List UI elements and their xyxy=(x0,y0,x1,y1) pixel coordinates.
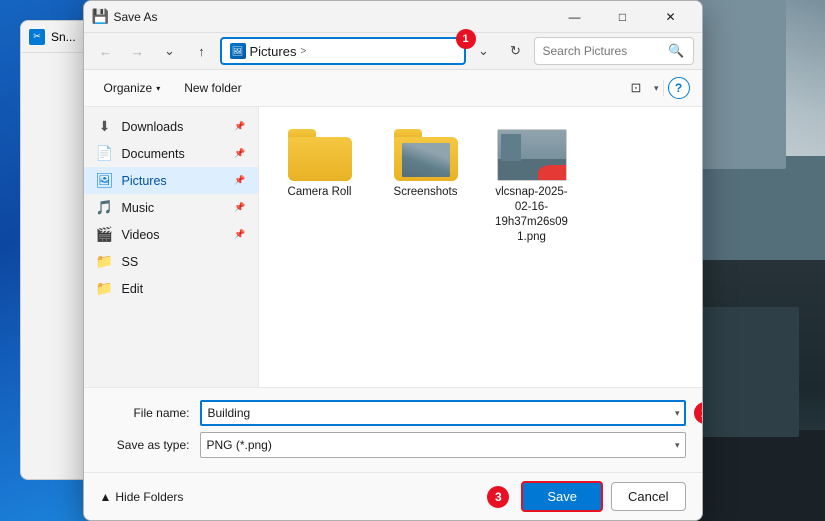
filetype-select[interactable]: PNG (*.png) JPEG (*.jpg) BMP (*.bmp) xyxy=(200,432,686,458)
file-label-camera-roll: Camera Roll xyxy=(288,185,352,200)
view-chevron-icon: ▾ xyxy=(654,83,659,94)
search-input[interactable] xyxy=(543,44,663,58)
footer-actions: 3 Save Cancel xyxy=(487,481,685,512)
file-item-vlcsnap[interactable]: vlcsnap-2025-02-16-19h37m26s091.png xyxy=(487,123,577,251)
toolbar-right: ⊡ ▾ ? xyxy=(622,74,690,102)
hide-folders-label: Hide Folders xyxy=(115,490,183,504)
filetype-field: PNG (*.png) JPEG (*.jpg) BMP (*.bmp) ▾ xyxy=(200,432,686,458)
refresh-button[interactable]: ↻ xyxy=(502,37,530,65)
ss-folder-icon: 📁 xyxy=(96,253,114,270)
maximize-button[interactable]: □ xyxy=(600,1,646,33)
vlcsnap-thumb xyxy=(497,129,567,181)
file-item-camera-roll[interactable]: Camera Roll xyxy=(275,123,365,251)
toolbar: Organize ▾ New folder ⊡ ▾ ? xyxy=(84,70,702,107)
sidebar-item-label-ss: SS xyxy=(122,255,139,269)
address-bar: ← → ⌄ ↑ 🖼 Pictures > 1 ⌄ ↻ 🔍 xyxy=(84,33,702,70)
pictures-pin-icon: 📌 xyxy=(234,175,245,186)
footer: ▲ Hide Folders 3 Save Cancel xyxy=(84,472,702,520)
sidebar-item-music[interactable]: 🎵 Music 📌 xyxy=(84,194,258,221)
dialog-title: Save As xyxy=(114,10,546,24)
close-button[interactable]: ✕ xyxy=(648,1,694,33)
sidebar-item-edit[interactable]: 📁 Edit xyxy=(84,275,258,302)
filetype-row: Save as type: PNG (*.png) JPEG (*.jpg) B… xyxy=(100,432,686,458)
back-button[interactable]: ← xyxy=(92,37,120,65)
pictures-icon: 🖼 xyxy=(96,172,114,189)
toolbar-divider xyxy=(663,80,664,96)
path-chevron-icon: > xyxy=(300,46,306,57)
filetype-label: Save as type: xyxy=(100,438,190,452)
save-button[interactable]: Save xyxy=(521,481,603,512)
filename-label: File name: xyxy=(100,406,190,420)
filename-input[interactable] xyxy=(200,400,686,426)
sidebar-item-label-documents: Documents xyxy=(122,147,185,161)
titlebar: 💾 Save As — □ ✕ xyxy=(84,1,702,33)
save-as-dialog: 💾 Save As — □ ✕ ← → ⌄ ↑ 🖼 Pictures > 1 ⌄… xyxy=(83,0,703,521)
search-icon: 🔍 xyxy=(668,43,684,59)
filename-field: ▾ 2 xyxy=(200,400,686,426)
folder-body-2 xyxy=(394,137,458,181)
help-button[interactable]: ? xyxy=(668,77,690,99)
sidebar-item-ss[interactable]: 📁 SS xyxy=(84,248,258,275)
cancel-button[interactable]: Cancel xyxy=(611,482,685,511)
file-label-screenshots: Screenshots xyxy=(394,185,458,200)
snip-title: Sn... xyxy=(51,30,76,44)
content-area: ⬇ Downloads 📌 📄 Documents 📌 🖼 Pictures 📌… xyxy=(84,107,702,387)
filename-row: File name: ▾ 2 xyxy=(100,400,686,426)
up-button[interactable]: ↑ xyxy=(188,37,216,65)
search-box: 🔍 xyxy=(534,37,694,65)
snip-icon: ✂ xyxy=(29,29,45,45)
address-path-box[interactable]: 🖼 Pictures > 1 xyxy=(220,37,466,65)
badge-1: 1 xyxy=(456,29,476,49)
organize-label: Organize xyxy=(104,81,153,95)
path-label: Pictures xyxy=(250,44,297,59)
hide-folders-chevron-icon: ▲ xyxy=(100,490,112,504)
documents-icon: 📄 xyxy=(96,145,114,162)
dialog-icon: 💾 xyxy=(92,9,108,25)
sidebar: ⬇ Downloads 📌 📄 Documents 📌 🖼 Pictures 📌… xyxy=(84,107,259,387)
camera-roll-folder-thumb xyxy=(288,129,352,181)
expand-button[interactable]: ⌄ xyxy=(156,37,184,65)
organize-chevron-icon: ▾ xyxy=(156,84,160,93)
file-label-vlcsnap: vlcsnap-2025-02-16-19h37m26s091.png xyxy=(493,185,571,245)
music-icon: 🎵 xyxy=(96,199,114,216)
badge-3: 3 xyxy=(487,486,509,508)
sidebar-item-label-music: Music xyxy=(122,201,155,215)
sidebar-item-documents[interactable]: 📄 Documents 📌 xyxy=(84,140,258,167)
videos-icon: 🎬 xyxy=(96,226,114,243)
minimize-button[interactable]: — xyxy=(552,1,598,33)
new-folder-label: New folder xyxy=(184,81,241,95)
screenshots-folder-thumb xyxy=(394,129,458,181)
folder-body xyxy=(288,137,352,181)
documents-pin-icon: 📌 xyxy=(234,148,245,159)
sidebar-item-label-edit: Edit xyxy=(122,282,144,296)
hide-folders-button[interactable]: ▲ Hide Folders xyxy=(100,490,184,504)
window-controls: — □ ✕ xyxy=(552,1,694,33)
file-area: Camera Roll Screenshots xyxy=(259,107,702,387)
sidebar-item-downloads[interactable]: ⬇ Downloads 📌 xyxy=(84,113,258,140)
bottom-area: File name: ▾ 2 Save as type: PNG (*.png)… xyxy=(84,387,702,472)
path-folder-icon: 🖼 xyxy=(230,43,246,59)
sidebar-item-label-videos: Videos xyxy=(122,228,160,242)
forward-button[interactable]: → xyxy=(124,37,152,65)
videos-pin-icon: 📌 xyxy=(234,229,245,240)
file-item-screenshots[interactable]: Screenshots xyxy=(381,123,471,251)
sidebar-item-label-pictures: Pictures xyxy=(122,174,167,188)
music-pin-icon: 📌 xyxy=(234,202,245,213)
downloads-pin-icon: 📌 xyxy=(234,121,245,132)
badge-2: 2 xyxy=(694,402,703,424)
organize-button[interactable]: Organize ▾ xyxy=(96,77,169,99)
downloads-icon: ⬇ xyxy=(96,118,114,135)
sidebar-item-pictures[interactable]: 🖼 Pictures 📌 xyxy=(84,167,258,194)
new-folder-button[interactable]: New folder xyxy=(176,77,249,99)
edit-folder-icon: 📁 xyxy=(96,280,114,297)
sidebar-item-label-downloads: Downloads xyxy=(122,120,184,134)
view-toggle-button[interactable]: ⊡ xyxy=(622,74,650,102)
sidebar-item-videos[interactable]: 🎬 Videos 📌 xyxy=(84,221,258,248)
